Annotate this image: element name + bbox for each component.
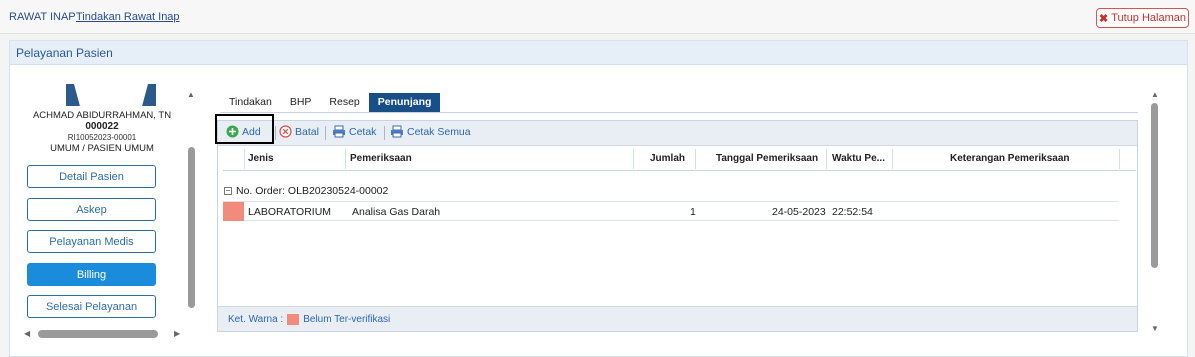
cell-tanggal: 24-05-2023 <box>772 206 826 218</box>
print-all-button[interactable]: Cetak Semua <box>390 125 471 138</box>
penunjang-grid: Add Batal Cetak Cetak Semua Jenis Pemeri… <box>215 114 1138 332</box>
close-icon: ✖ <box>1098 12 1109 25</box>
legend-item: Belum Ter-verifikasi <box>303 314 391 325</box>
scroll-up-icon[interactable]: ▲ <box>187 90 195 99</box>
color-legend: Ket. Warna : Belum Ter-verifikasi <box>228 314 390 325</box>
legend-label: Ket. Warna : <box>228 314 284 325</box>
table-row[interactable]: LABORATORIUM Analisa Gas Darah 1 24-05-2… <box>223 201 1119 221</box>
column-waktu[interactable]: Waktu Pe... <box>832 153 885 164</box>
print-all-label: Cetak Semua <box>407 125 471 138</box>
print-button[interactable]: Cetak <box>332 125 376 138</box>
scroll-up-icon[interactable]: ▲ <box>1151 90 1159 99</box>
column-divider <box>1119 149 1120 169</box>
sidebar-hscroll-thumb[interactable] <box>38 330 158 338</box>
cell-jumlah: 1 <box>690 206 696 218</box>
add-button-highlight <box>215 114 274 144</box>
askep-button[interactable]: Askep <box>27 198 156 221</box>
collapse-icon[interactable]: − <box>224 187 232 195</box>
cancel-button[interactable]: Batal <box>279 125 319 138</box>
grid-header: Jenis Pemeriksaan Jumlah Tanggal Pemerik… <box>223 147 1136 171</box>
grid-toolbar: Add Batal Cetak Cetak Semua <box>215 114 1137 146</box>
print-label: Cetak <box>349 125 377 138</box>
column-divider <box>633 149 634 169</box>
printer-icon <box>333 125 345 138</box>
tab-bhp[interactable]: BHP <box>281 93 321 113</box>
scroll-down-icon[interactable]: ▼ <box>1151 324 1159 333</box>
main-vertical-scrollbar[interactable]: ▲ ▼ <box>1150 90 1160 335</box>
top-bar: RAWAT INAP Tindakan Rawat Inap ✖ Tutup H… <box>0 0 1195 34</box>
column-divider <box>345 149 346 169</box>
scroll-right-icon[interactable]: ▶ <box>174 329 180 338</box>
cell-jenis: LABORATORIUM <box>248 206 332 218</box>
patient-registration: RI10052023-00001 <box>67 133 137 142</box>
column-keterangan[interactable]: Keterangan Pemeriksaan <box>950 153 1070 164</box>
column-divider <box>892 149 893 169</box>
legend-swatch <box>287 314 300 325</box>
tab-penunjang[interactable]: Penunjang <box>368 93 441 113</box>
sidebar-scroll-thumb[interactable] <box>188 147 195 308</box>
close-page-button[interactable]: ✖ Tutup Halaman <box>1096 8 1189 28</box>
order-group-label: No. Order: OLB20230524-00002 <box>236 185 389 197</box>
patient-photo <box>66 84 156 106</box>
cancel-icon <box>279 125 292 138</box>
tab-divider <box>220 112 1138 113</box>
toolbar-separator <box>384 126 385 140</box>
main-scroll-thumb[interactable] <box>1151 103 1158 268</box>
scroll-left-icon[interactable]: ◀ <box>24 329 30 338</box>
column-jenis[interactable]: Jenis <box>248 153 274 164</box>
cancel-label: Batal <box>295 125 319 138</box>
column-divider <box>244 149 245 169</box>
patient-id: 000022 <box>85 121 119 132</box>
tab-resep[interactable]: Resep <box>320 93 368 113</box>
tab-tindakan[interactable]: Tindakan <box>220 93 281 113</box>
grid-footer: Ket. Warna : Belum Ter-verifikasi <box>218 306 1137 331</box>
billing-button[interactable]: Billing <box>27 263 156 286</box>
sidebar-vertical-scrollbar[interactable]: ▲ <box>187 90 195 312</box>
detail-pasien-button[interactable]: Detail Pasien <box>27 165 156 188</box>
breadcrumb-tindakan[interactable]: Tindakan Rawat Inap <box>76 11 180 23</box>
column-divider <box>826 149 827 169</box>
sidebar-horizontal-scrollbar[interactable]: ◀ ▶ <box>24 329 180 338</box>
patient-payer: UMUM / PASIEN UMUM <box>50 143 154 154</box>
toolbar-separator <box>325 126 326 140</box>
order-group-row[interactable]: − No. Order: OLB20230524-00002 <box>224 185 388 197</box>
patient-name: ACHMAD ABIDURRAHMAN, TN <box>32 110 172 121</box>
toolbar-separator <box>275 126 276 140</box>
column-divider <box>695 149 696 169</box>
breadcrumb-rawat-inap[interactable]: RAWAT INAP <box>9 11 76 23</box>
row-status-color <box>223 202 244 221</box>
column-tanggal[interactable]: Tanggal Pemeriksaan <box>716 153 818 164</box>
tab-bar: Tindakan BHP Resep Penunjang <box>220 93 441 113</box>
panel-title: Pelayanan Pasien <box>10 41 1187 65</box>
pelayanan-medis-button[interactable]: Pelayanan Medis <box>27 230 156 253</box>
cell-pemeriksaan: Analisa Gas Darah <box>352 206 441 218</box>
selesai-pelayanan-button[interactable]: Selesai Pelayanan <box>27 295 156 318</box>
column-pemeriksaan[interactable]: Pemeriksaan <box>350 153 412 164</box>
cell-waktu: 22:52:54 <box>832 206 873 218</box>
column-jumlah[interactable]: Jumlah <box>650 153 685 164</box>
printer-icon <box>391 125 403 138</box>
close-page-label: Tutup Halaman <box>1111 12 1187 24</box>
